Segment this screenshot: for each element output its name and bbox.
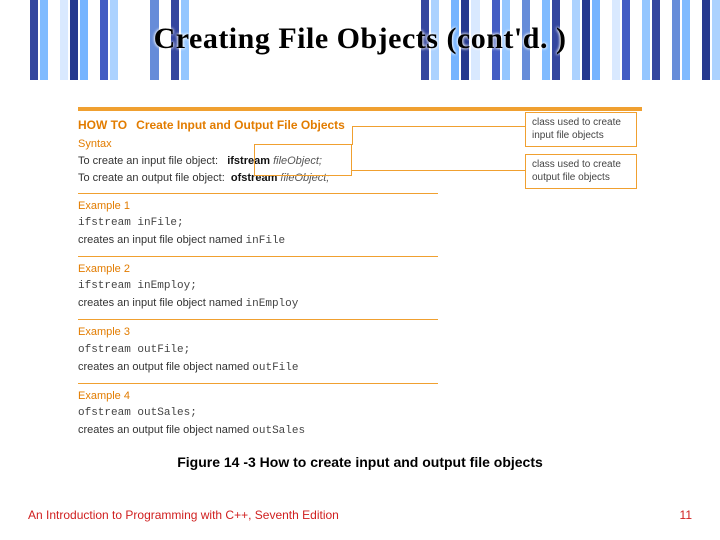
callout-output: class used to create output file objects xyxy=(525,154,637,189)
example-description: creates an input file object named inFil… xyxy=(78,232,642,250)
example-code: ifstream inEmploy; xyxy=(78,278,642,295)
example-label: Example 2 xyxy=(78,261,642,278)
leader-input-h xyxy=(352,126,525,127)
howto-subject: Create Input and Output File Objects xyxy=(136,118,345,132)
howto-label: HOW TO xyxy=(78,118,127,132)
example-block: Example 1ifstream inFile;creates an inpu… xyxy=(78,193,642,250)
example-desc-object: outFile xyxy=(252,362,298,374)
example-desc-object: inFile xyxy=(246,235,286,247)
syntax-in-prefix: To create an input file object: xyxy=(78,155,218,167)
example-label: Example 3 xyxy=(78,324,642,341)
syntax-out-prefix: To create an output file object: xyxy=(78,172,225,184)
example-code: ofstream outFile; xyxy=(78,342,642,359)
footer-page-number: 11 xyxy=(680,508,692,522)
leader-output-h xyxy=(352,170,525,171)
figure-caption: Figure 14 -3 How to create input and out… xyxy=(0,454,720,470)
example-desc-text: creates an output file object named xyxy=(78,361,252,373)
example-label: Example 4 xyxy=(78,388,642,405)
example-desc-object: inEmploy xyxy=(246,298,299,310)
example-divider xyxy=(78,256,438,257)
leader-input-v xyxy=(352,126,353,145)
keyword-highlight-box xyxy=(254,144,352,176)
example-code: ifstream inFile; xyxy=(78,215,642,232)
example-block: Example 4ofstream outSales;creates an ou… xyxy=(78,383,642,440)
page-title: Creating File Objects (cont'd. ) xyxy=(0,22,720,56)
example-description: creates an output file object named outS… xyxy=(78,422,642,440)
example-description: creates an output file object named outF… xyxy=(78,359,642,377)
example-divider xyxy=(78,193,438,194)
examples-list: Example 1ifstream inFile;creates an inpu… xyxy=(78,193,642,440)
example-divider xyxy=(78,319,438,320)
callout-input: class used to create input file objects xyxy=(525,112,637,147)
example-description: creates an input file object named inEmp… xyxy=(78,295,642,313)
example-label: Example 1 xyxy=(78,198,642,215)
example-divider xyxy=(78,383,438,384)
example-desc-object: outSales xyxy=(252,425,305,437)
example-block: Example 2ifstream inEmploy;creates an in… xyxy=(78,256,642,313)
footer-book-title: An Introduction to Programming with C++,… xyxy=(28,508,339,522)
example-desc-text: creates an output file object named xyxy=(78,424,252,436)
example-desc-text: creates an input file object named xyxy=(78,234,246,246)
example-code: ofstream outSales; xyxy=(78,405,642,422)
figure-top-rule xyxy=(78,107,642,111)
example-desc-text: creates an input file object named xyxy=(78,297,246,309)
example-block: Example 3ofstream outFile;creates an out… xyxy=(78,319,642,376)
